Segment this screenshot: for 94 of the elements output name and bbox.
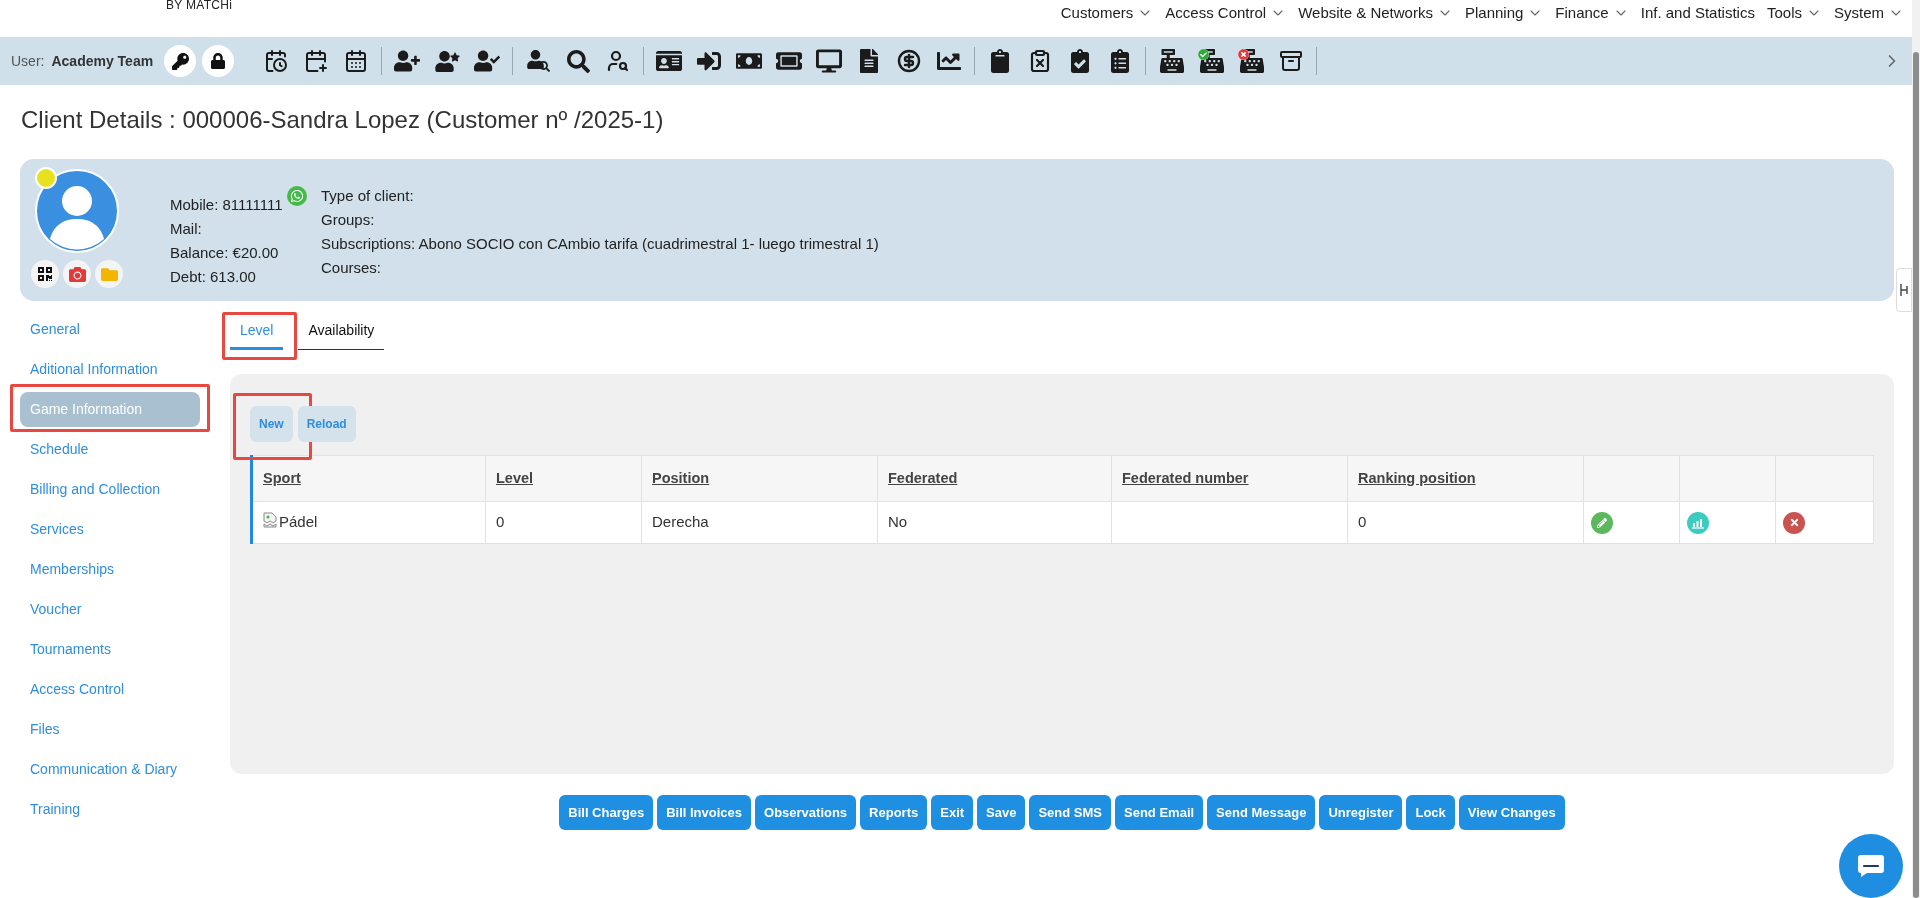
sidebar-item[interactable]: Training — [20, 792, 200, 827]
table-cell-text: 0 — [496, 512, 505, 533]
cash-register-x-icon[interactable] — [1238, 49, 1265, 73]
search-icon[interactable] — [566, 49, 591, 73]
id-card-icon[interactable] — [656, 50, 683, 72]
sidebar-item[interactable]: General — [20, 312, 200, 347]
key-icon[interactable] — [164, 45, 197, 77]
action-button[interactable]: Unregister — [1319, 795, 1403, 830]
user-check-icon[interactable] — [474, 50, 501, 72]
contact-info: Debt: 613.00 — [170, 266, 256, 287]
calendar-clock-icon[interactable] — [264, 49, 289, 73]
sidebar-item[interactable]: Aditional Information — [20, 352, 200, 387]
contact-info: Balance: €20.00 — [170, 242, 279, 263]
document-icon[interactable] — [859, 49, 880, 73]
menu-item[interactable]: Tools — [1766, 1, 1822, 25]
delete-icon[interactable] — [1783, 511, 1805, 534]
table-cell-text: 0 — [1358, 512, 1367, 533]
broken-image-icon — [263, 512, 277, 528]
scrollbar-thumb[interactable] — [1913, 52, 1919, 898]
user-name: Academy Team — [51, 51, 154, 71]
action-button[interactable]: Send Message — [1207, 795, 1316, 830]
action-button[interactable]: Reports — [860, 795, 928, 830]
chart-icon[interactable] — [937, 50, 962, 72]
calendar-icon[interactable] — [344, 49, 369, 73]
contact-info: Mail: — [170, 218, 202, 239]
column-header[interactable]: Federated number — [1112, 455, 1348, 502]
action-button[interactable]: Lock — [1406, 795, 1455, 830]
camera-icon[interactable] — [63, 260, 91, 288]
user-star-icon[interactable] — [434, 50, 461, 72]
action-button[interactable]: Send SMS — [1029, 795, 1112, 830]
cash-register-check-icon[interactable] — [1198, 49, 1225, 73]
action-button[interactable]: Save — [977, 795, 1026, 830]
side-tab-icon[interactable] — [1896, 268, 1912, 312]
calendar-plus-icon[interactable] — [304, 49, 329, 73]
qr-code-icon[interactable] — [31, 260, 59, 288]
table-cell-text: No — [888, 512, 908, 533]
sidebar-item[interactable]: Files — [20, 712, 200, 747]
column-header[interactable]: Position — [642, 455, 878, 502]
sidebar-item[interactable]: Services — [20, 512, 200, 547]
column-header[interactable]: Level — [486, 455, 642, 502]
user-search-icon[interactable] — [606, 49, 631, 73]
clipboard-list-icon[interactable] — [1110, 49, 1131, 73]
user-label: User: — [11, 51, 45, 71]
action-button[interactable]: Bill Charges — [559, 795, 654, 830]
cash-register-icon[interactable] — [1158, 49, 1185, 73]
clipboard-check-icon[interactable] — [1070, 49, 1091, 73]
dollar-circle-icon[interactable] — [897, 49, 922, 73]
action-button[interactable]: Observations — [755, 795, 857, 830]
menu-item[interactable]: System — [1834, 1, 1904, 25]
clipboard-icon[interactable] — [990, 49, 1011, 73]
menu-item[interactable]: Planning — [1464, 1, 1544, 25]
page-title: Client Details : 000006-Sandra Lopez (Customer nº /2025-1) — [21, 106, 664, 134]
panel-button[interactable]: New — [250, 406, 293, 442]
tab[interactable]: Availability — [298, 315, 385, 350]
banknote-icon[interactable] — [736, 51, 763, 71]
client-detail: Groups: — [321, 210, 375, 230]
user-plus-icon[interactable] — [394, 50, 421, 72]
column-header[interactable]: Sport — [253, 455, 486, 502]
menu-item[interactable]: Finance — [1555, 1, 1629, 25]
sign-in-icon[interactable] — [697, 50, 722, 72]
avatar-icon — [35, 169, 119, 253]
action-button[interactable]: Exit — [931, 795, 974, 830]
sidebar-item[interactable]: Memberships — [20, 552, 200, 587]
sidebar-item[interactable]: Voucher — [20, 592, 200, 627]
table-cell-text: Derecha — [652, 512, 709, 533]
contact-info: Mobile: 81111111 — [170, 194, 283, 215]
sidebar-item[interactable]: Access Control — [20, 672, 200, 707]
menu-item[interactable]: Access Control — [1165, 1, 1287, 25]
panel-button[interactable]: Reload — [297, 406, 356, 442]
user-search-icon[interactable] — [526, 50, 551, 72]
action-button[interactable]: Send Email — [1115, 795, 1204, 830]
menu-item[interactable]: Customers — [1060, 1, 1154, 25]
action-button[interactable]: View Changes — [1458, 795, 1565, 830]
menu-item[interactable]: Website & Networks — [1298, 1, 1453, 25]
column-header[interactable]: Federated — [878, 455, 1112, 502]
drawer-icon[interactable] — [1279, 49, 1304, 73]
monitor-icon[interactable] — [816, 50, 843, 72]
column-header[interactable]: Ranking position — [1348, 455, 1584, 502]
menu-item[interactable]: Inf. and Statistics — [1640, 1, 1755, 25]
sidebar-item[interactable]: Communication & Diary — [20, 752, 200, 787]
sidebar-item[interactable]: Game Information — [20, 392, 200, 427]
ticket-icon[interactable] — [776, 51, 803, 71]
client-detail: Type of client: — [321, 186, 414, 206]
lock-icon[interactable] — [202, 45, 235, 77]
client-detail: Courses: — [321, 258, 382, 278]
client-detail: Subscriptions: Abono SOCIO con CAmbio tarifa (cuadrimestral 1- luego trimestral 1) — [321, 234, 879, 254]
sidebar-item[interactable]: Billing and Collection — [20, 472, 200, 507]
table-cell-text: Pádel — [279, 512, 318, 533]
sidebar-item[interactable]: Schedule — [20, 432, 200, 467]
chat-icon — [1857, 854, 1885, 878]
action-button[interactable]: Bill Invoices — [657, 795, 751, 830]
tab[interactable]: Level — [230, 315, 284, 350]
sidebar-item[interactable]: Tournaments — [20, 632, 200, 667]
logo-tagline: BY MATCHi — [166, 0, 233, 12]
